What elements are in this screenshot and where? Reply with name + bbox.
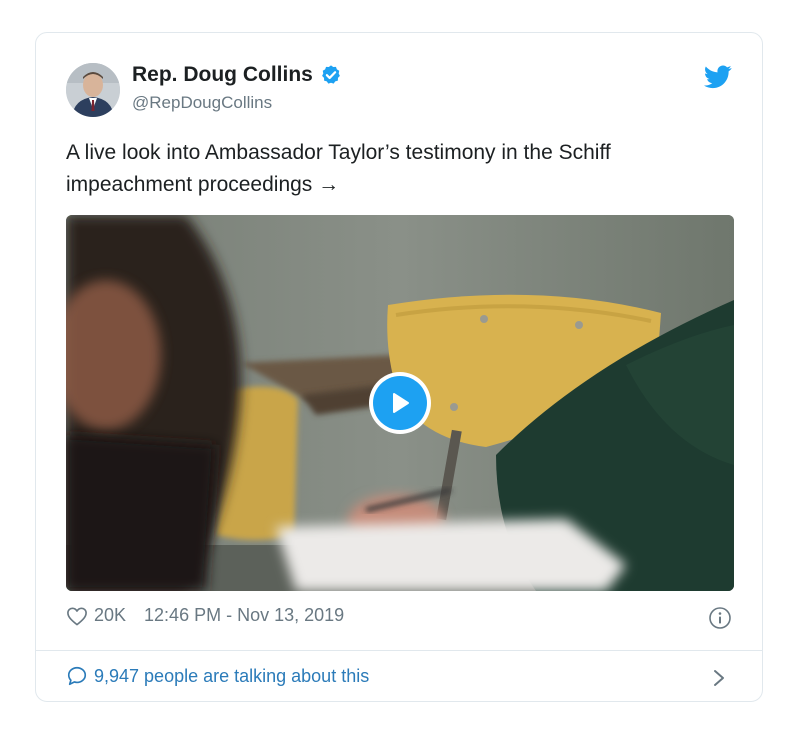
info-icon[interactable] xyxy=(708,606,732,630)
avatar-image xyxy=(66,63,120,117)
twitter-bird-icon[interactable] xyxy=(704,65,732,89)
tweet-text: A live look into Ambassador Taylor’s tes… xyxy=(66,141,611,196)
tweet-meta: 20K 12:46 PM - Nov 13, 2019 xyxy=(66,605,344,626)
embedded-tweet-card[interactable]: Rep. Doug Collins @RepDougCollins A live… xyxy=(35,32,763,702)
video-player[interactable] xyxy=(66,215,734,591)
speech-bubble-icon xyxy=(67,666,87,686)
author-name[interactable]: Rep. Doug Collins xyxy=(132,63,313,87)
conversation-link[interactable]: 9,947 people are talking about this xyxy=(66,665,369,687)
play-button-inner xyxy=(373,376,427,430)
play-icon xyxy=(393,393,409,413)
author-handle[interactable]: @RepDougCollins xyxy=(132,93,272,113)
chevron-right-icon[interactable] xyxy=(712,667,726,689)
divider xyxy=(36,650,762,651)
like-count[interactable]: 20K xyxy=(94,605,126,626)
heart-icon[interactable] xyxy=(66,606,88,626)
play-button[interactable] xyxy=(369,372,431,434)
conversation-count[interactable]: 9,947 people are talking about this xyxy=(94,666,369,687)
avatar[interactable] xyxy=(66,63,120,117)
timestamp[interactable]: 12:46 PM - Nov 13, 2019 xyxy=(144,605,344,626)
author-row[interactable]: Rep. Doug Collins xyxy=(132,63,342,87)
verified-badge-icon xyxy=(321,65,340,84)
